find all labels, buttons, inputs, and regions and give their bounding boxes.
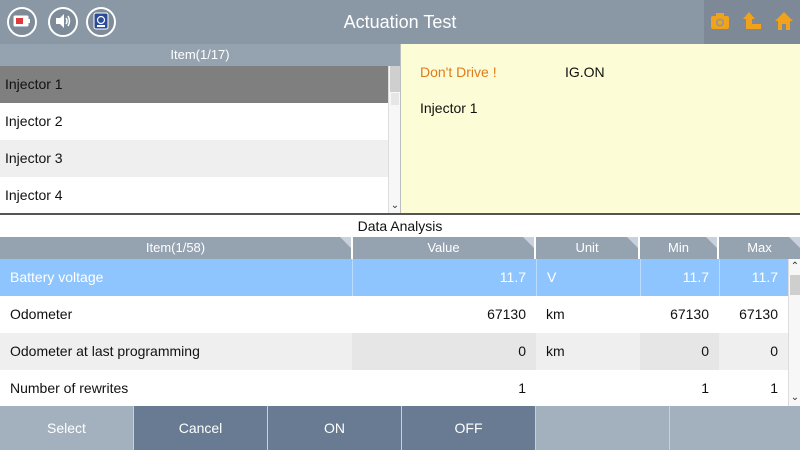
corner-marker — [627, 237, 638, 248]
screenshot-button[interactable] — [704, 0, 736, 44]
table-row[interactable]: Battery voltage 11.7 V 11.7 11.7 — [0, 259, 788, 296]
select-button[interactable]: Select — [0, 406, 134, 450]
cell-unit: km — [546, 306, 565, 322]
empty-button-slot — [670, 406, 800, 450]
cell-value: 0 — [352, 333, 536, 370]
cell-unit — [536, 370, 640, 407]
column-header-min: Min — [640, 237, 718, 259]
home-button[interactable] — [768, 0, 800, 44]
data-table-scroll-thumb[interactable] — [790, 275, 800, 295]
corner-marker — [340, 237, 351, 248]
item-list-header: Item(1/17) — [0, 44, 400, 66]
item-list-scroll-thumb[interactable] — [390, 66, 400, 92]
title-bar: Actuation Test — [0, 0, 800, 44]
on-button[interactable]: ON — [268, 406, 402, 450]
column-header-item: Item(1/58) — [0, 237, 352, 259]
cell-unit: V — [536, 259, 640, 296]
empty-button-slot — [536, 406, 670, 450]
cell-item: Number of rewrites — [10, 380, 129, 396]
data-analysis-title: Data Analysis — [0, 215, 800, 237]
table-row[interactable]: Number of rewrites 1 1 1 — [0, 370, 788, 407]
list-item[interactable]: Injector 4 — [0, 177, 388, 214]
corner-marker — [789, 237, 800, 248]
cell-max: 1 — [770, 380, 778, 396]
list-item-label: Injector 4 — [5, 187, 63, 203]
info-panel: Don't Drive ! IG.ON Injector 1 — [400, 44, 800, 214]
warning-text: Don't Drive ! — [420, 64, 497, 80]
camera-icon — [710, 12, 730, 33]
cell-min: 0 — [640, 333, 719, 370]
cell-min: 11.7 — [640, 259, 719, 296]
item-list-scrollbar[interactable]: ⌄ — [388, 66, 400, 214]
page-title: Actuation Test — [343, 12, 457, 32]
cell-value: 67130 — [487, 306, 526, 322]
list-item-label: Injector 1 — [5, 76, 63, 92]
item-list-scroll-track — [391, 93, 399, 105]
corner-marker — [706, 237, 717, 248]
cell-item: Battery voltage — [10, 269, 104, 285]
column-header-label: Unit — [575, 240, 599, 255]
table-row[interactable]: Odometer at last programming 0 km 0 0 — [0, 333, 788, 370]
cell-value: 11.7 — [352, 259, 536, 296]
column-header-label: Item(1/58) — [145, 240, 206, 255]
cell-max: 0 — [770, 343, 778, 359]
column-header-label: Min — [668, 240, 689, 255]
cell-max: 11.7 — [719, 259, 788, 296]
list-item[interactable]: Injector 2 — [0, 103, 388, 140]
column-header-value: Value — [353, 237, 535, 259]
corner-marker — [523, 237, 534, 248]
off-button[interactable]: OFF — [402, 406, 536, 450]
cell-min: 1 — [701, 380, 709, 396]
app-window: Actuation Test Item(1/17) Injector 1 Inj… — [0, 0, 800, 450]
list-item-label: Injector 3 — [5, 150, 63, 166]
list-item[interactable]: Injector 1 — [0, 66, 388, 103]
cell-item: Odometer at last programming — [10, 343, 200, 359]
cell-min: 67130 — [670, 306, 709, 322]
cell-unit: km — [546, 343, 565, 359]
selected-item-text: Injector 1 — [420, 100, 478, 116]
cell-value: 1 — [518, 380, 526, 396]
back-arrow-icon — [742, 11, 762, 34]
item-list-header-label: Item(1/17) — [170, 47, 230, 62]
back-button[interactable] — [736, 0, 768, 44]
chevron-up-icon[interactable]: ⌃ — [789, 261, 800, 273]
data-table-scrollbar[interactable]: ⌃ ⌄ — [788, 259, 800, 406]
cell-max: 67130 — [739, 306, 778, 322]
list-item[interactable]: Injector 3 — [0, 140, 388, 177]
column-header-max: Max — [719, 237, 800, 259]
list-item-label: Injector 2 — [5, 113, 63, 129]
table-row[interactable]: Odometer 67130 km 67130 67130 — [0, 296, 788, 333]
cancel-button[interactable]: Cancel — [134, 406, 268, 450]
column-header-unit: Unit — [536, 237, 639, 259]
item-list: Injector 1 Injector 2 Injector 3 Injecto… — [0, 66, 388, 214]
chevron-down-icon[interactable]: ⌄ — [789, 392, 800, 404]
home-icon — [774, 11, 794, 34]
column-header-label: Max — [747, 240, 772, 255]
condition-text: IG.ON — [565, 64, 605, 80]
cell-item: Odometer — [10, 306, 73, 322]
column-header-label: Value — [427, 240, 460, 255]
